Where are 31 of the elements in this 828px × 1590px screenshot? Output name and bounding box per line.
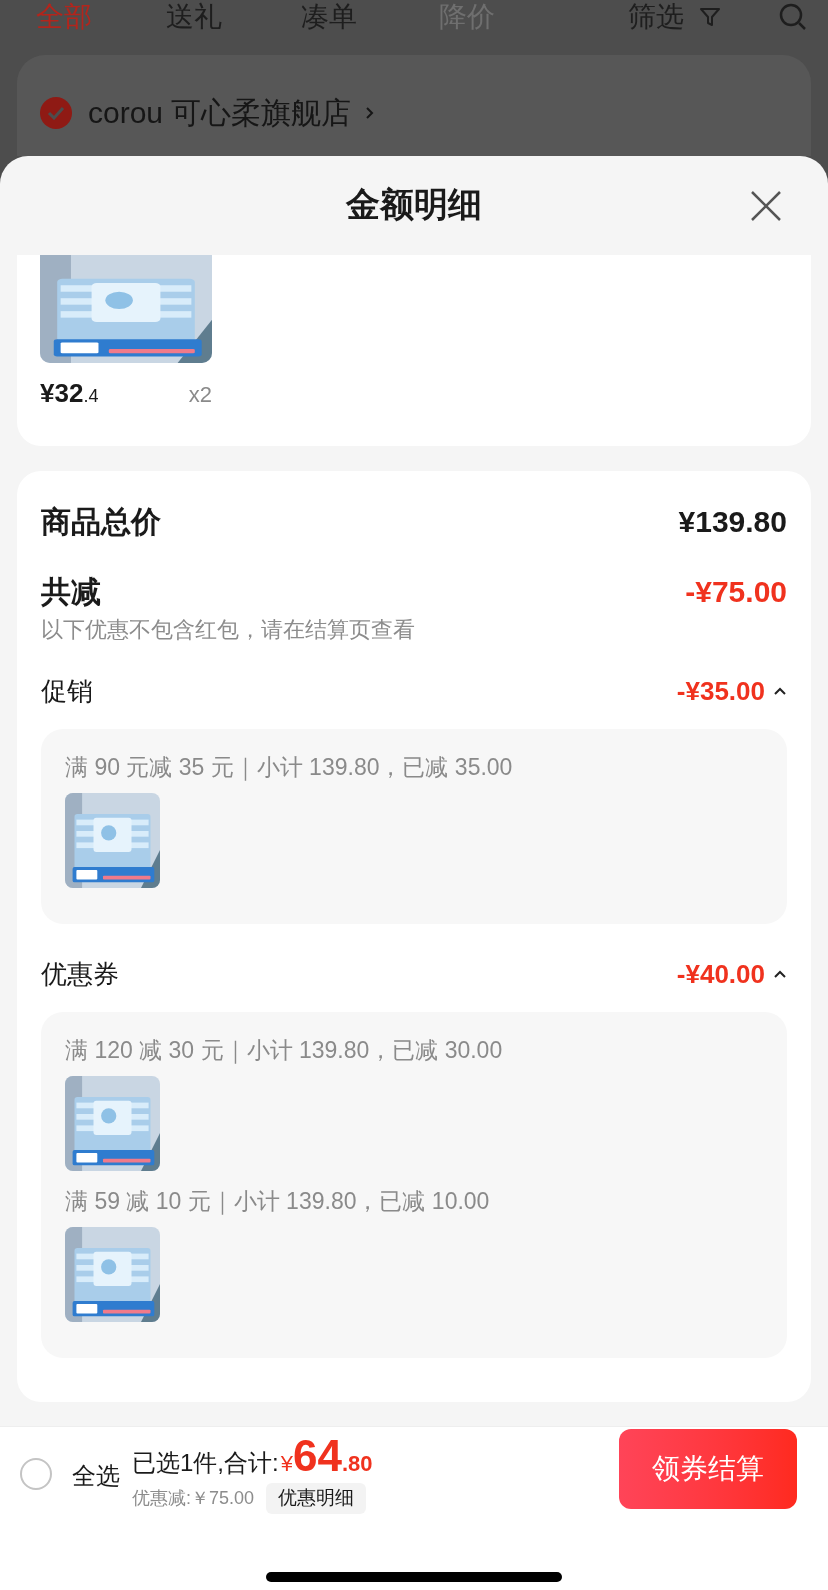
chevron-up-icon[interactable] — [773, 686, 787, 696]
tab[interactable]: 全部 — [36, 3, 166, 31]
discount-note: 以下优惠不包含红包，请在结算页查看 — [41, 616, 416, 644]
total-label: 商品总价 — [41, 503, 161, 540]
total-price: ¥139.80 — [678, 503, 787, 540]
store-checkbox[interactable] — [40, 97, 72, 129]
product-price: ¥32.4 — [40, 380, 99, 406]
rule-text: 满 90 元减 35 元｜小计 139.80，已减 35.00 — [65, 753, 514, 783]
select-all-label[interactable]: 全选 — [72, 1458, 120, 1494]
rule-text: 满 59 减 10 元｜小计 139.80，已减 10.00 — [65, 1187, 491, 1217]
reduction-label: 共减 — [41, 573, 101, 610]
discount-summary: 优惠减:￥75.00 — [132, 1487, 255, 1510]
rule-text: 满 120 减 30 元｜小计 139.80，已减 30.00 — [65, 1036, 504, 1066]
select-all-checkbox[interactable] — [20, 1458, 52, 1490]
sheet-title: 金额明细 — [346, 184, 482, 225]
search-icon[interactable] — [778, 2, 808, 32]
checkout-button[interactable]: 领券结算 — [619, 1429, 797, 1509]
close-icon[interactable] — [750, 190, 782, 222]
chevron-up-icon[interactable] — [773, 969, 787, 979]
section-label: 优惠券 — [41, 957, 119, 991]
section-toggle[interactable]: -¥35.00 — [676, 671, 787, 711]
reduction-amount: -¥75.00 — [685, 573, 787, 610]
filter-icon — [698, 5, 722, 29]
section-toggle[interactable]: -¥40.00 — [676, 954, 787, 994]
product-quantity: x2 — [188, 384, 212, 406]
chevron-right-icon[interactable] — [365, 106, 375, 120]
checkmark-icon — [47, 106, 65, 120]
discount-detail-button[interactable]: 优惠明细 — [266, 1483, 367, 1514]
store-name[interactable]: corou 可心柔旗舰店 — [88, 97, 352, 129]
section-label: 促销 — [41, 674, 93, 708]
order-total: 已选1件,合计:¥64.80 — [132, 1434, 373, 1482]
